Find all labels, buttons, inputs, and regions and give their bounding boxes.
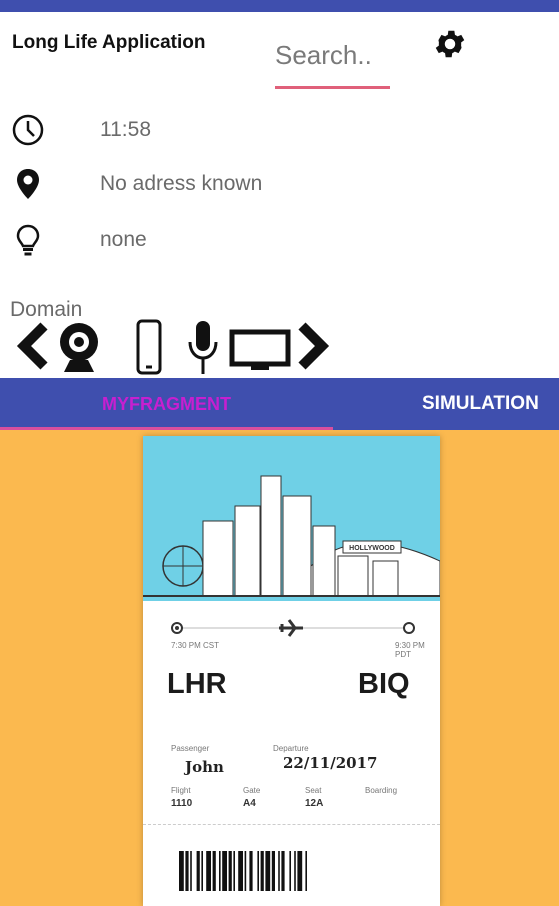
barcode-bar bbox=[238, 851, 243, 891]
search-box[interactable] bbox=[275, 40, 390, 90]
boarding-label: Boarding bbox=[365, 786, 398, 795]
flight-value: 1110 bbox=[171, 798, 193, 809]
barcode-bar bbox=[201, 851, 203, 891]
barcode-bar bbox=[244, 851, 247, 891]
gate-label: Gate bbox=[243, 786, 261, 795]
barcode-bar bbox=[185, 851, 189, 891]
tab-simulation[interactable]: SIMULATION bbox=[422, 393, 539, 415]
clock-icon bbox=[12, 114, 44, 146]
origin-code: LHR bbox=[167, 668, 227, 700]
seat-value: 12A bbox=[305, 798, 324, 809]
passenger-value: John bbox=[185, 758, 224, 776]
search-input[interactable] bbox=[275, 40, 390, 71]
barcode-bar bbox=[179, 851, 184, 891]
boarding-pass-image: HOLLYWOOD 7:30 PM CST 9:30 PM PDT LHR BI… bbox=[143, 436, 440, 906]
depart-time: 7:30 PM CST bbox=[171, 641, 220, 650]
destination-code: BIQ bbox=[358, 668, 410, 700]
seat-label: Seat bbox=[305, 786, 322, 795]
smartphone-icon[interactable] bbox=[135, 318, 165, 378]
status-bar bbox=[0, 0, 559, 12]
microphone-icon[interactable] bbox=[186, 318, 220, 378]
barcode-bar bbox=[305, 851, 307, 891]
barcode-bar bbox=[281, 851, 285, 891]
time-value: 11:58 bbox=[100, 118, 151, 141]
address-value: No adress known bbox=[100, 172, 263, 195]
barcode-bar bbox=[206, 851, 211, 891]
barcode-bar bbox=[265, 851, 271, 891]
gear-icon[interactable] bbox=[432, 26, 468, 62]
lightbulb-icon bbox=[16, 224, 40, 256]
ticket-divider bbox=[143, 824, 440, 826]
barcode-bar bbox=[190, 851, 192, 891]
arrive-time: 9:30 PM PDT bbox=[395, 641, 425, 659]
monitor-icon[interactable] bbox=[229, 318, 291, 378]
hollywood-sign: HOLLYWOOD bbox=[349, 545, 395, 552]
barcode-bar bbox=[278, 851, 280, 891]
barcode-bar bbox=[196, 851, 200, 891]
departure-label: Departure bbox=[273, 744, 309, 753]
passenger-label: Passenger bbox=[171, 744, 210, 753]
chevron-left-icon[interactable] bbox=[14, 318, 50, 374]
barcode-bar bbox=[233, 851, 235, 891]
barcode-bar bbox=[294, 851, 296, 891]
barcode-bar bbox=[249, 851, 253, 891]
tab-myfragment-label: MYFRAGMENT bbox=[102, 393, 231, 414]
barcode-bar bbox=[271, 851, 275, 891]
webcam-icon[interactable] bbox=[56, 318, 102, 374]
context-value: none bbox=[100, 228, 147, 251]
location-pin-icon bbox=[17, 169, 39, 199]
barcode-bar bbox=[219, 851, 221, 891]
gate-value: A4 bbox=[243, 798, 256, 809]
chevron-right-icon[interactable] bbox=[294, 318, 334, 374]
barcode-bar bbox=[289, 851, 291, 891]
search-underline bbox=[275, 86, 390, 89]
barcode-bar bbox=[297, 851, 303, 891]
tab-bar: MYFRAGMENT SIMULATION bbox=[0, 378, 559, 430]
barcode-bar bbox=[212, 851, 216, 891]
flight-label: Flight bbox=[171, 786, 191, 795]
flight-route bbox=[171, 619, 415, 637]
departure-value: 22/11/2017 bbox=[283, 754, 378, 772]
barcode-bar bbox=[222, 851, 227, 891]
barcode-bar bbox=[228, 851, 232, 891]
city-skyline-illustration: HOLLYWOOD bbox=[143, 475, 440, 597]
app-title: Long Life Application bbox=[12, 32, 206, 53]
barcode bbox=[179, 851, 307, 891]
airplane-icon bbox=[279, 619, 303, 637]
tab-myfragment[interactable]: MYFRAGMENT bbox=[0, 378, 333, 430]
barcode-bar bbox=[260, 851, 264, 891]
barcode-bar bbox=[257, 851, 259, 891]
